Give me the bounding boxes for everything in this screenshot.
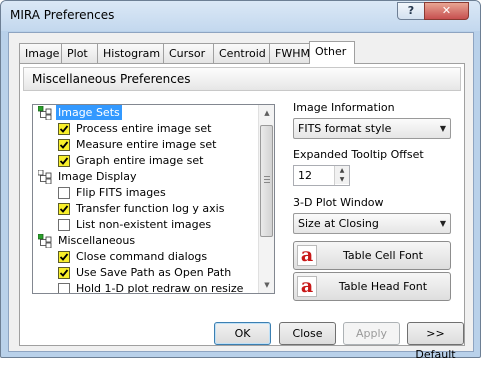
tree-item-label: Close command dialogs <box>76 250 208 263</box>
tab-image[interactable]: Image <box>19 43 62 63</box>
preferences-window: MIRA Preferences ? ✕ Image Plot Histogra… <box>0 0 481 361</box>
plot-window-label: 3-D Plot Window <box>293 196 384 209</box>
scroll-up-icon[interactable]: ▲ <box>259 105 274 121</box>
font-icon: a <box>297 276 317 297</box>
default-button[interactable]: >> Default <box>407 322 464 361</box>
chevron-down-icon: ▼ <box>439 124 446 133</box>
font-icon: a <box>297 245 317 266</box>
preferences-tree[interactable]: Image Sets Process entire image set Meas… <box>32 104 275 294</box>
tooltip-offset-label: Expanded Tooltip Offset <box>293 148 424 161</box>
plot-window-select[interactable]: Size at Closing ▼ <box>293 213 451 234</box>
window-title: MIRA Preferences <box>10 8 115 22</box>
scrollbar-thumb[interactable] <box>260 125 273 237</box>
tab-fwhm[interactable]: FWHM <box>269 43 312 63</box>
tooltip-offset-stepper[interactable]: 12 ▲ ▼ <box>293 165 350 186</box>
table-head-font-button[interactable]: a Table Head Font <box>293 272 451 301</box>
close-button[interactable]: Close <box>279 322 336 345</box>
tooltip-offset-value: 12 <box>298 169 312 182</box>
tree-item-label: Use Save Path as Open Path <box>76 266 232 279</box>
chevron-down-icon: ▼ <box>439 219 446 228</box>
dialog-body: Image Plot Histogram Cursor Centroid FWH… <box>8 32 474 361</box>
tree-item-label: List non-existent images <box>76 218 212 231</box>
checkbox-checked[interactable] <box>58 267 70 279</box>
table-cell-font-label: Table Cell Font <box>343 249 423 262</box>
stepper-buttons: ▲ ▼ <box>334 166 349 185</box>
title-bar[interactable]: MIRA Preferences ? ✕ <box>1 1 480 31</box>
apply-button[interactable]: Apply <box>343 322 400 345</box>
tab-other[interactable]: Other <box>309 41 355 64</box>
tree-item-label: Process entire image set <box>76 122 212 135</box>
tree-item-label: Flip FITS images <box>76 186 166 199</box>
other-tab-panel: Miscellaneous Preferences Image Sets Pro… <box>19 63 465 346</box>
tree-item-label: Transfer function log y axis <box>76 202 225 215</box>
tree-group-label: Miscellaneous <box>58 234 136 247</box>
tree-item-label: Graph entire image set <box>76 154 204 167</box>
tab-histogram[interactable]: Histogram <box>97 43 164 63</box>
table-head-font-label: Table Head Font <box>338 280 428 293</box>
tab-plot[interactable]: Plot <box>61 43 98 63</box>
checkbox-checked[interactable] <box>58 139 70 151</box>
close-window-button[interactable]: ✕ <box>424 2 469 20</box>
tree-group-label: Image Sets <box>56 105 122 120</box>
checkbox-unchecked[interactable] <box>58 283 70 293</box>
scroll-down-icon[interactable]: ▼ <box>259 277 274 293</box>
spin-up-icon[interactable]: ▲ <box>335 166 349 175</box>
image-information-value: FITS format style <box>298 122 392 135</box>
help-button[interactable]: ? <box>397 2 425 20</box>
checkbox-unchecked[interactable] <box>58 219 70 231</box>
checkbox-checked[interactable] <box>58 123 70 135</box>
category-icon <box>38 234 52 248</box>
checkbox-checked[interactable] <box>58 251 70 263</box>
image-information-label: Image Information <box>293 101 395 114</box>
checkbox-checked[interactable] <box>58 155 70 167</box>
checkbox-checked[interactable] <box>58 203 70 215</box>
category-icon <box>38 106 52 120</box>
category-icon <box>38 170 52 184</box>
spin-down-icon[interactable]: ▼ <box>335 175 349 184</box>
tab-cursor[interactable]: Cursor <box>163 43 214 63</box>
image-information-select[interactable]: FITS format style ▼ <box>293 118 451 139</box>
tree-item-label: Hold 1-D plot redraw on resize <box>76 282 244 294</box>
options-column: Image Information FITS format style ▼ Ex… <box>288 64 464 344</box>
tree-group-label: Image Display <box>58 170 137 183</box>
ok-button[interactable]: OK <box>214 322 271 345</box>
tree-scrollbar[interactable]: ▲ ▼ <box>258 105 274 293</box>
plot-window-value: Size at Closing <box>298 217 379 230</box>
checkbox-unchecked[interactable] <box>58 187 70 199</box>
tree-item-label: Measure entire image set <box>76 138 217 151</box>
table-cell-font-button[interactable]: a Table Cell Font <box>293 241 451 270</box>
tab-centroid[interactable]: Centroid <box>213 43 270 63</box>
